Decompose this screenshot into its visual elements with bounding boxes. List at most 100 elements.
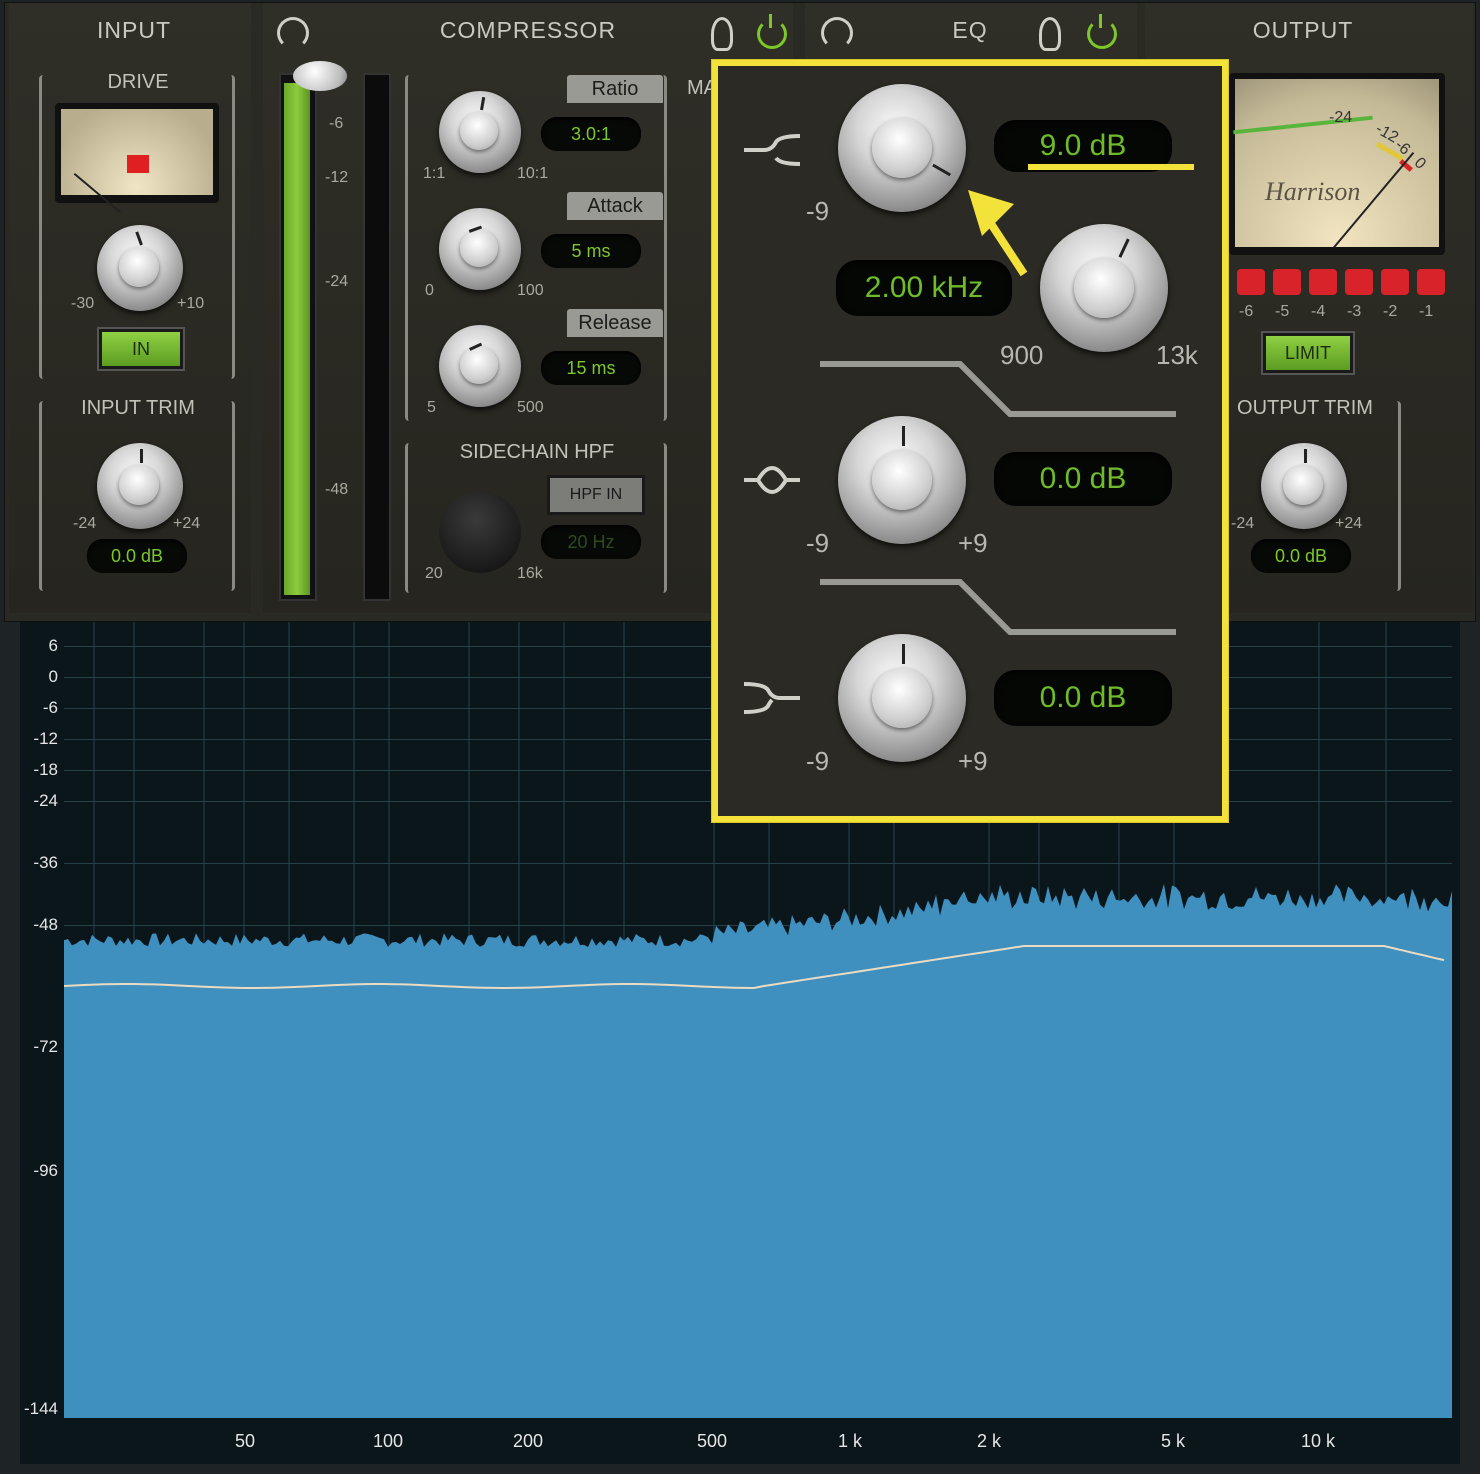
eq-title: EQ [952, 17, 988, 43]
high-gain-min-label: -9 [806, 196, 830, 226]
attack-tag: Attack [567, 192, 663, 220]
limit-button[interactable]: LIMIT [1263, 333, 1353, 373]
led-5 [1273, 269, 1301, 295]
input-trim-knob[interactable] [97, 443, 183, 529]
mid-gain-knob[interactable] [838, 416, 966, 544]
low-band-divider-curve [820, 579, 1176, 635]
mid-peak-icon [744, 466, 800, 494]
spectrum-fill [64, 883, 1452, 1418]
eq-popup-panel: -9 9.0 dB 2.00 kHz 900 13k -9 +9 0.0 dB … [712, 60, 1228, 822]
led-label-2: -2 [1383, 303, 1398, 320]
release-min-label: 5 [427, 399, 436, 416]
y-label-minus18: -18 [33, 760, 58, 779]
x-label-2k: 2 k [976, 1431, 1001, 1451]
y-label-minus144: -144 [23, 1399, 58, 1418]
mid-gain-readout: 0.0 dB [994, 452, 1172, 506]
eq-listen-ear-icon[interactable] [1039, 17, 1061, 51]
output-title: OUTPUT [1252, 17, 1354, 43]
sidechain-knob[interactable] [439, 491, 521, 573]
eq-power-icon[interactable] [1087, 14, 1117, 49]
high-shelf-icon [744, 134, 801, 166]
x-label-100: 100 [372, 1431, 404, 1451]
attack-knob[interactable] [439, 208, 521, 290]
led-2 [1381, 269, 1409, 295]
x-label-5k: 5 k [1160, 1431, 1185, 1451]
led-label-5: -5 [1275, 303, 1290, 320]
input-title: INPUT [97, 17, 171, 43]
led-label-4: -4 [1311, 303, 1326, 320]
compressor-listen-ear-icon[interactable] [711, 17, 733, 51]
compressor-title: COMPRESSOR [439, 17, 617, 43]
led-3 [1345, 269, 1373, 295]
frequency-knob[interactable] [1040, 224, 1168, 352]
output-trim-max-label: +24 [1335, 515, 1363, 532]
y-label-6: 6 [48, 636, 58, 655]
ratio-max-label: 10:1 [517, 165, 549, 182]
hpf-max-label: 16k [517, 565, 543, 582]
low-gain-max-label: +9 [958, 746, 988, 776]
output-level-meter [363, 73, 391, 601]
meter-scale-6: -6 [329, 115, 344, 132]
meter-fader-handle[interactable] [293, 61, 347, 91]
meter-scale-24: -24 [325, 273, 349, 290]
hpf-readout: 20 Hz [541, 525, 641, 559]
high-gain-knob[interactable] [838, 84, 966, 212]
low-gain-readout: 0.0 dB [994, 670, 1172, 726]
output-trim-min-label: -24 [1231, 515, 1255, 532]
release-knob[interactable] [439, 325, 521, 407]
led-label-3: -3 [1347, 303, 1362, 320]
release-tag: Release [567, 309, 663, 337]
frequency-readout: 2.00 kHz [836, 260, 1012, 316]
compressor-reset-icon[interactable] [277, 17, 309, 49]
led-4 [1309, 269, 1337, 295]
hpf-min-label: 20 [425, 565, 443, 582]
y-label-minus6: -6 [42, 698, 58, 717]
value-underline-annotation [1028, 164, 1194, 170]
gain-reduction-meter-fill [284, 83, 310, 595]
gain-reduction-meter [279, 73, 317, 601]
mid-gain-min-label: -9 [806, 528, 830, 558]
y-label-minus48: -48 [33, 915, 58, 934]
low-gain-knob[interactable] [838, 634, 966, 762]
drive-knob[interactable] [97, 225, 183, 311]
input-in-button[interactable]: IN [99, 329, 183, 369]
y-label-0: 0 [48, 667, 58, 686]
y-label-minus96: -96 [33, 1161, 58, 1180]
ratio-tag: Ratio [567, 75, 663, 103]
drive-max-label: +10 [177, 295, 205, 312]
ratio-readout: 3.0:1 [541, 117, 641, 151]
y-label-minus24: -24 [33, 791, 58, 810]
output-led-row [1237, 269, 1447, 299]
output-vu-scale-24: -24 [1329, 109, 1353, 126]
y-label-minus72: -72 [33, 1037, 58, 1056]
hpf-in-button[interactable]: HPF IN [547, 475, 645, 515]
mid-band-divider-curve [820, 361, 1176, 417]
drive-label: DRIVE [107, 71, 169, 93]
attack-max-label: 100 [517, 282, 544, 299]
input-trim-max-label: +24 [173, 515, 201, 532]
drive-min-label: -30 [71, 295, 95, 312]
drive-vu-logo-icon [127, 155, 149, 173]
input-section: INPUT DRIVE -30 +10 IN INPUT TRIM -24 +2… [9, 3, 251, 613]
attack-readout: 5 ms [541, 234, 641, 268]
led-label-6: -6 [1239, 303, 1254, 320]
input-trim-label: INPUT TRIM [81, 397, 195, 419]
input-trim-readout: 0.0 dB [87, 539, 187, 573]
led-6 [1237, 269, 1265, 295]
ratio-knob[interactable] [439, 91, 521, 173]
low-shelf-icon [743, 682, 800, 714]
led-1 [1417, 269, 1445, 295]
led-label-1: -1 [1419, 303, 1434, 320]
x-label-500: 500 [696, 1431, 728, 1451]
output-vu-brand: Harrison [1265, 177, 1361, 206]
y-label-minus36: -36 [33, 853, 58, 872]
meter-scale-48: -48 [325, 481, 349, 498]
input-trim-min-label: -24 [73, 515, 97, 532]
ratio-min-label: 1:1 [423, 165, 446, 182]
compressor-power-icon[interactable] [757, 14, 787, 49]
y-label-minus12: -12 [33, 729, 58, 748]
x-label-200: 200 [512, 1431, 544, 1451]
attack-min-label: 0 [425, 282, 434, 299]
eq-reset-icon[interactable] [821, 17, 853, 49]
sidechain-label: SIDECHAIN HPF [459, 441, 615, 463]
